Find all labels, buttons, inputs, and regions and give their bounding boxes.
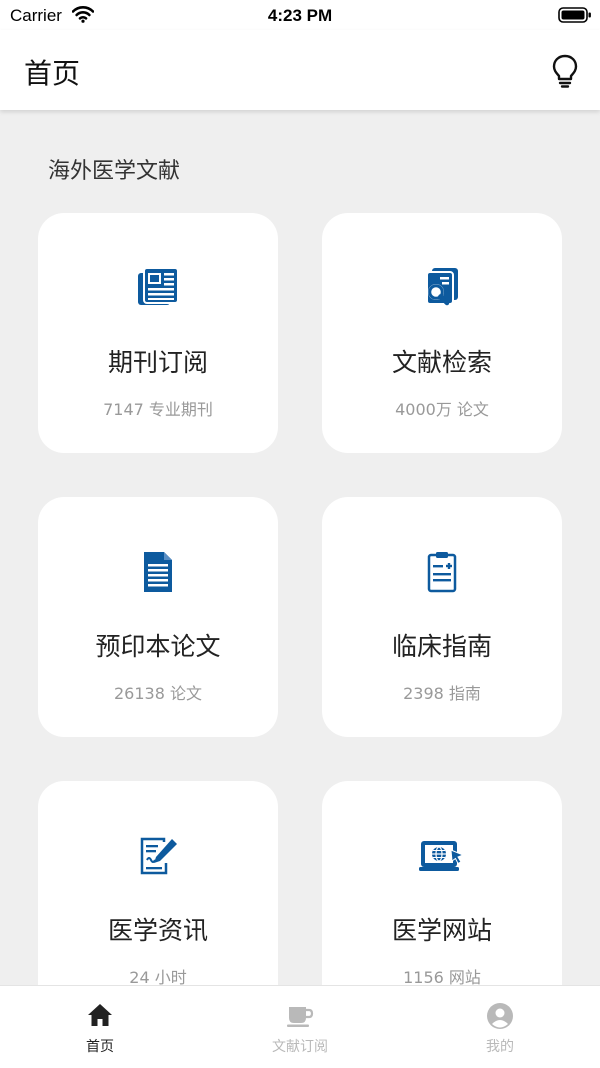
newspaper-icon <box>38 265 278 313</box>
battery-icon <box>558 6 592 29</box>
card-literature-search[interactable]: 文献检索 4000万 论文 <box>322 213 562 453</box>
card-count: 7147 专业期刊 <box>103 400 213 419</box>
tab-home[interactable]: 首页 <box>0 986 200 1068</box>
card-count: 2398 指南 <box>403 684 481 703</box>
document-lines-icon <box>38 549 278 597</box>
card-clinical-guidelines[interactable]: 临床指南 2398 指南 <box>322 497 562 737</box>
card-count: 26138 论文 <box>114 684 202 703</box>
home-icon <box>0 1002 200 1032</box>
nav-bar: 首页 <box>0 30 600 110</box>
card-label: 预印本论文 <box>95 632 221 661</box>
card-label: 临床指南 <box>391 632 492 661</box>
tab-literature-subscription[interactable]: 文献订阅 <box>200 986 400 1068</box>
card-count: 4000万 论文 <box>395 400 489 419</box>
tab-bar: 首页 文献订阅 我的 <box>0 985 600 1068</box>
tab-label: 文献订阅 <box>272 1039 328 1055</box>
user-avatar-icon <box>400 1002 600 1032</box>
card-preprint-papers[interactable]: 预印本论文 26138 论文 <box>38 497 278 737</box>
lightbulb-icon[interactable] <box>550 54 580 88</box>
clock-time: 4:23 PM <box>267 6 333 25</box>
edit-document-icon <box>38 833 278 881</box>
card-label: 医学网站 <box>391 916 492 945</box>
card-label: 医学资讯 <box>107 916 208 945</box>
card-journal-subscription[interactable]: 期刊订阅 7147 专业期刊 <box>38 213 278 453</box>
coffee-cup-icon <box>200 1002 400 1032</box>
clipboard-plus-icon <box>322 549 562 597</box>
web-monitor-icon <box>322 833 562 881</box>
card-label: 文献检索 <box>391 348 492 377</box>
page-title: 首页 <box>24 57 81 90</box>
card-label: 期刊订阅 <box>107 348 208 377</box>
status-bar: Carrier 4:23 PM <box>0 0 600 30</box>
tab-label: 我的 <box>486 1039 514 1055</box>
document-search-icon <box>322 265 562 313</box>
tab-label: 首页 <box>86 1039 114 1055</box>
tab-profile[interactable]: 我的 <box>400 986 600 1068</box>
section-title: 海外医学文献 <box>48 159 181 184</box>
